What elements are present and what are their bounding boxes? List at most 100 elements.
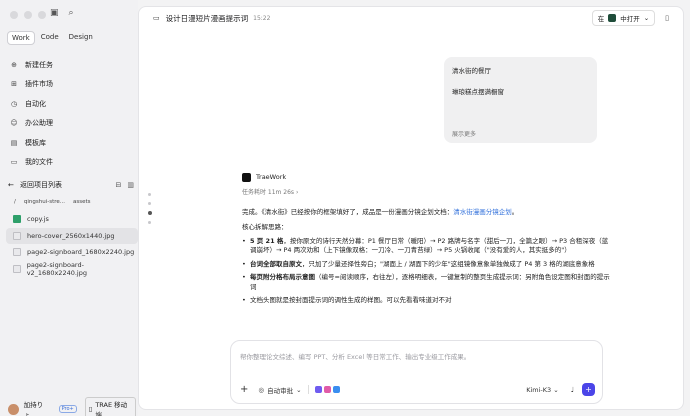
answer-intro-text: 完成。《清水街》已经按你的框架填好了，成品是一份漫画分镜企划文档： <box>242 208 454 217</box>
send-button[interactable]: + <box>582 383 595 396</box>
file-item[interactable]: page2-signboard-v2_1680x2240.jpg <box>6 261 138 278</box>
open-in-label: 中打开 <box>620 15 640 23</box>
file-tree-tools: ⊟ ▥ <box>116 181 135 189</box>
close-window-button[interactable] <box>10 11 18 19</box>
chevron-down-icon: ⌄ <box>553 385 559 394</box>
tab-work[interactable]: Work <box>7 31 35 45</box>
open-in-app-button[interactable]: 在 中打开 ⌄ <box>591 10 656 26</box>
sidebar-item-plugins[interactable]: ⊞ 插件市场 <box>8 75 132 95</box>
sidebar-item-templates[interactable]: ▤ 模板库 <box>8 133 132 153</box>
sidebar-item-files[interactable]: ▭ 我的文件 <box>8 153 132 173</box>
folder-icon: ▭ <box>10 158 18 167</box>
sidebar-item-label: 新建任务 <box>25 60 53 69</box>
sidebar-item-label: 自动化 <box>25 99 46 108</box>
image-file-icon <box>13 248 21 257</box>
breadcrumb: / qingshui-stre... assets <box>14 199 91 205</box>
sidebar-item-automation[interactable]: ◷ 自动化 <box>8 94 132 114</box>
bullet-bold: 5 页 21 格 <box>250 236 284 245</box>
user-message-line: 琳琅糕点摆满橱窗 <box>452 88 504 96</box>
breadcrumb-current[interactable]: assets <box>73 199 91 205</box>
task-elapsed[interactable]: 任务耗时 11m 26s › <box>242 189 612 198</box>
assistant-name: TraeWork <box>256 173 287 181</box>
auto-approve-label: 自动审批 <box>267 386 294 395</box>
scroll-dot-active[interactable] <box>148 211 152 215</box>
doc-link[interactable]: 清水街漫画分镜企划 <box>453 208 512 216</box>
bullet-bold: 台词全部取自原文 <box>250 259 302 268</box>
search-icon[interactable]: ⌕ <box>69 8 74 18</box>
monitor-icon: ▭ <box>153 14 160 22</box>
avatar[interactable] <box>8 403 19 415</box>
list-item: 每页附分格布局示意图（编号=阅读顺序，右往左），逐格明细表，一键复制的整页生成提… <box>242 273 612 292</box>
tab-design[interactable]: Design <box>65 31 97 45</box>
list-item: 文档头图就是按封面提示词的调性生成的样图。可以先看看味道对不对 <box>242 296 612 306</box>
back-arrow-icon[interactable]: ← <box>8 181 18 189</box>
image-file-icon <box>13 264 21 273</box>
auto-approve-toggle[interactable]: ◎ 自动审批 ⌄ <box>258 385 301 395</box>
list-item: 5 页 21 格，按你原文的诗行天然分幕：P1 餐厅日常（暖阳）→ P2 路牌与… <box>242 237 612 256</box>
split-view-icon[interactable]: ▯ <box>665 14 669 22</box>
answer-intro: 完成。《清水街》已经按你的框架填好了，成品是一份漫画分镜企划文档：清水街漫画分镜… <box>242 208 612 217</box>
file-list: copy.js hero-cover_2560x1440.jpg page2-s… <box>6 211 138 277</box>
user-message-line: 清水街的餐厅 <box>452 67 491 75</box>
scroll-dot[interactable] <box>148 193 151 196</box>
bullet-text: ，按你原文的诗行天然分幕：P1 餐厅日常（暖阳）→ P2 路牌与名字（甜后一刀，… <box>250 236 609 255</box>
tool-icon-blue[interactable] <box>332 386 340 393</box>
task-elapsed-label: 任务耗时 11m 26s <box>242 189 295 197</box>
js-file-icon <box>13 215 21 224</box>
chevron-down-icon: ⌄ <box>643 14 650 22</box>
model-selector[interactable]: Kimi-K3 ⌄ <box>526 386 558 394</box>
assistant-answer: TraeWork 任务耗时 11m 26s › 完成。《清水街》已经按你的框架填… <box>242 173 612 309</box>
user-name[interactable]: 加持りょ... <box>24 399 55 416</box>
main-panel: ▭ 设计日漫短片漫画提示词 15:22 在 中打开 ⌄ ▯ 清水街的餐厅 琳琅糕… <box>138 6 684 410</box>
sidebar-item-assistant[interactable]: ☺ 办公助理 <box>8 114 132 134</box>
sidebar-nav: ⊕ 新建任务 ⊞ 插件市场 ◷ 自动化 ☺ 办公助理 ▤ 模板库 ▭ 我的文件 <box>8 55 132 172</box>
maximize-window-button[interactable] <box>38 11 46 19</box>
sidebar-item-new-task[interactable]: ⊕ 新建任务 <box>8 55 132 75</box>
show-more-link[interactable]: 展示更多 <box>452 129 476 138</box>
plan-badge: Pro+ <box>58 405 77 413</box>
file-name: page2-signboard_1680x2240.jpg <box>27 248 135 257</box>
mode-tabs: Work Code Design <box>7 31 97 45</box>
sidebar-collapse-icon[interactable]: ▥ <box>127 181 134 189</box>
sidebar-toggle-icon[interactable]: ▣ <box>50 8 59 18</box>
scroll-dot[interactable] <box>148 202 151 205</box>
sidebar-item-label: 插件市场 <box>25 80 53 89</box>
mobile-app-button[interactable]: ▯ TRAE 移动端 <box>84 397 136 416</box>
section-title: 核心拆解思路： <box>242 222 288 231</box>
assistant-icon: ☺ <box>10 119 18 128</box>
sidebar-item-label: 办公助理 <box>25 119 53 128</box>
tab-code[interactable]: Code <box>37 31 63 45</box>
file-item[interactable]: hero-cover_2560x1440.jpg <box>6 227 138 244</box>
chevron-down-icon: ⌄ <box>296 385 302 394</box>
sidebar: ▣ ⌕ Work Code Design ⊕ 新建任务 ⊞ 插件市场 ◷ 自动化… <box>0 0 138 416</box>
trae-logo-icon <box>242 173 251 183</box>
app-window: ▣ ⌕ Work Code Design ⊕ 新建任务 ⊞ 插件市场 ◷ 自动化… <box>0 0 690 416</box>
model-name: Kimi-K3 <box>526 385 552 394</box>
answer-bullets: 5 页 21 格，按你原文的诗行天然分幕：P1 餐厅日常（暖阳）→ P2 路牌与… <box>242 237 612 306</box>
add-attachment-icon[interactable]: + <box>240 384 248 395</box>
file-name: copy.js <box>27 215 49 224</box>
file-item[interactable]: page2-signboard_1680x2240.jpg <box>6 244 138 261</box>
back-to-projects-link[interactable]: 返回项目列表 <box>20 180 62 190</box>
app-icon <box>608 14 617 22</box>
tool-icon-purple[interactable] <box>314 386 322 393</box>
scroll-dot[interactable] <box>148 221 151 224</box>
project-header: ← 返回项目列表 ⊟ ▥ <box>8 180 134 190</box>
minimize-window-button[interactable] <box>24 11 32 19</box>
message-composer[interactable]: 帮你整理论文综述、编写 PPT、分析 Excel 等日常工作、输出专业级工作成果… <box>230 340 603 404</box>
file-item[interactable]: copy.js <box>6 211 138 228</box>
sidebar-top-icons: ▣ ⌕ <box>50 8 74 18</box>
grid-view-icon[interactable]: ⊟ <box>116 181 122 189</box>
composer-input[interactable]: 帮你整理论文综述、编写 PPT、分析 Excel 等日常工作、输出专业级工作成果… <box>240 351 470 361</box>
tool-icon-pink[interactable] <box>323 386 331 393</box>
conversation-header: ▭ 设计日漫短片漫画提示词 15:22 在 中打开 ⌄ ▯ <box>139 7 683 29</box>
auto-approve-icon: ◎ <box>258 385 265 394</box>
answer-intro-end: 。 <box>511 208 519 217</box>
assistant-brand: TraeWork <box>242 173 612 183</box>
breadcrumb-root[interactable]: / <box>14 199 16 205</box>
microphone-icon[interactable]: ♩ <box>571 386 574 394</box>
file-name: page2-signboard-v2_1680x2240.jpg <box>26 260 87 277</box>
image-file-icon <box>13 231 21 240</box>
breadcrumb-folder[interactable]: qingshui-stre... <box>24 199 65 205</box>
chevron-right-icon: › <box>295 189 299 197</box>
